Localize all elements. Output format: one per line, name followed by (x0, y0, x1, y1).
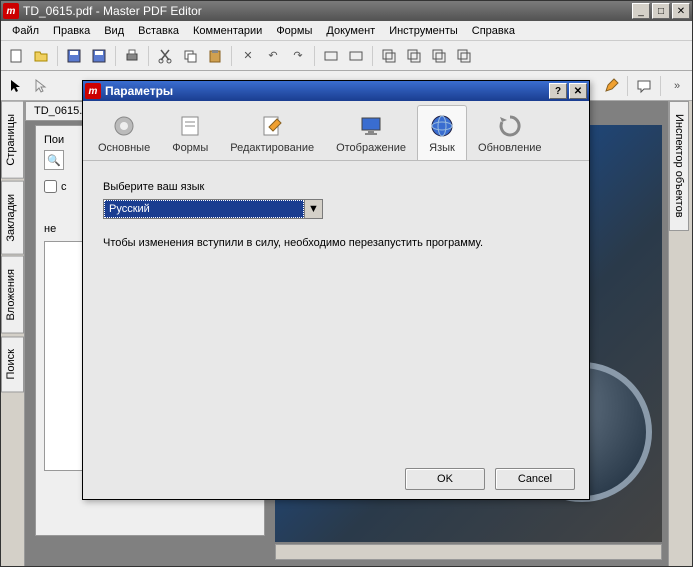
menu-tools[interactable]: Инструменты (382, 23, 465, 39)
tab-attachments[interactable]: Вложения (1, 256, 24, 334)
cut-icon[interactable] (154, 45, 176, 67)
horizontal-scrollbar[interactable] (275, 544, 662, 560)
pointer-icon[interactable] (5, 75, 27, 97)
pointer-outline-icon[interactable] (30, 75, 52, 97)
print-icon[interactable] (121, 45, 143, 67)
dtab-language-label: Язык (429, 142, 455, 154)
dialog-close-button[interactable]: ✕ (569, 83, 587, 99)
dtab-update[interactable]: Обновление (467, 105, 553, 160)
copy-icon[interactable] (179, 45, 201, 67)
close-button[interactable]: ✕ (672, 3, 690, 19)
delete-icon[interactable]: ✕ (237, 45, 259, 67)
dtab-language[interactable]: Язык (417, 105, 467, 160)
layer1-icon[interactable] (378, 45, 400, 67)
dtab-general[interactable]: Основные (87, 105, 161, 160)
group1-icon[interactable] (320, 45, 342, 67)
chevron-down-icon[interactable]: ▼ (304, 200, 322, 218)
more-tools-icon[interactable]: » (666, 75, 688, 97)
search-option-label: с (61, 181, 67, 193)
tab-pages[interactable]: Страницы (1, 101, 24, 179)
minimize-button[interactable]: _ (632, 3, 650, 19)
tab-search[interactable]: Поиск (1, 336, 24, 392)
paste-icon[interactable] (204, 45, 226, 67)
layer4-icon[interactable] (453, 45, 475, 67)
edit-pencil-icon[interactable] (600, 75, 622, 97)
menu-forms[interactable]: Формы (269, 23, 319, 39)
gear-icon (110, 112, 138, 140)
language-select[interactable]: Русский ▼ (103, 199, 323, 219)
dtab-editing[interactable]: Редактирование (219, 105, 325, 160)
choose-language-label: Выберите ваш язык (103, 181, 569, 193)
tab-bookmarks[interactable]: Закладки (1, 181, 24, 255)
dtab-forms[interactable]: Формы (161, 105, 219, 160)
restart-hint: Чтобы изменения вступили в силу, необход… (103, 237, 569, 249)
search-icon[interactable]: 🔍 (44, 150, 64, 170)
save-as-icon[interactable] (88, 45, 110, 67)
dtab-general-label: Основные (98, 142, 150, 154)
dialog-app-icon: m (85, 83, 101, 99)
menu-edit[interactable]: Правка (46, 23, 97, 39)
dialog-titlebar: m Параметры ? ✕ (83, 81, 589, 101)
layer3-icon[interactable] (428, 45, 450, 67)
dialog-help-button[interactable]: ? (549, 83, 567, 99)
dtab-update-label: Обновление (478, 142, 542, 154)
redo-icon[interactable]: ↷ (287, 45, 309, 67)
menu-help[interactable]: Справка (465, 23, 522, 39)
ok-button[interactable]: OK (405, 468, 485, 490)
language-select-value: Русский (104, 200, 304, 218)
undo-icon[interactable]: ↶ (262, 45, 284, 67)
refresh-icon (496, 112, 524, 140)
globe-icon (428, 112, 456, 140)
menu-file[interactable]: Файл (5, 23, 46, 39)
left-side-tabs: Страницы Закладки Вложения Поиск (1, 101, 25, 566)
monitor-icon (357, 112, 385, 140)
menubar: Файл Правка Вид Вставка Комментарии Форм… (1, 21, 692, 41)
tab-object-inspector[interactable]: Инспектор объектов (669, 101, 689, 231)
comment-icon[interactable] (633, 75, 655, 97)
search-option-checkbox[interactable] (44, 180, 57, 193)
document-pencil-icon (258, 112, 286, 140)
maximize-button[interactable]: □ (652, 3, 670, 19)
dtab-editing-label: Редактирование (230, 142, 314, 154)
dtab-display[interactable]: Отображение (325, 105, 417, 160)
form-icon (176, 112, 204, 140)
menu-view[interactable]: Вид (97, 23, 131, 39)
new-file-icon[interactable] (5, 45, 27, 67)
save-icon[interactable] (63, 45, 85, 67)
settings-dialog: m Параметры ? ✕ Основные Формы Редактиро… (82, 80, 590, 500)
app-icon: m (3, 3, 19, 19)
main-titlebar: m TD_0615.pdf - Master PDF Editor _ □ ✕ (1, 1, 692, 21)
layer2-icon[interactable] (403, 45, 425, 67)
dialog-footer: OK Cancel (83, 459, 589, 499)
menu-insert[interactable]: Вставка (131, 23, 186, 39)
dialog-title: Параметры (105, 84, 547, 98)
right-side-tabs: Инспектор объектов (668, 101, 692, 566)
dialog-tabstrip: Основные Формы Редактирование Отображени… (83, 101, 589, 161)
dialog-body: Выберите ваш язык Русский ▼ Чтобы измене… (83, 161, 589, 459)
dtab-forms-label: Формы (172, 142, 208, 154)
toolbar-main: ✕ ↶ ↷ (1, 41, 692, 71)
menu-comments[interactable]: Комментарии (186, 23, 269, 39)
menu-document[interactable]: Документ (319, 23, 382, 39)
group2-icon[interactable] (345, 45, 367, 67)
cancel-button[interactable]: Cancel (495, 468, 575, 490)
open-file-icon[interactable] (30, 45, 52, 67)
window-title: TD_0615.pdf - Master PDF Editor (23, 4, 632, 18)
dtab-display-label: Отображение (336, 142, 406, 154)
